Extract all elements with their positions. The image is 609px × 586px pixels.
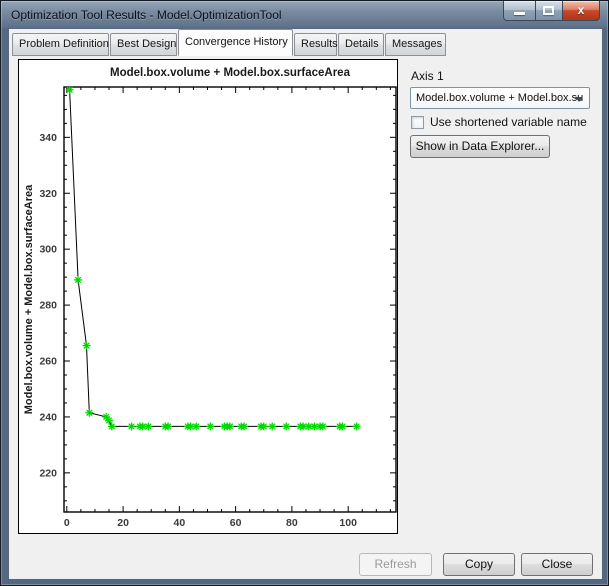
convergence-chart: Model.box.volume + Model.box.surfaceArea… [19, 60, 397, 533]
tab-results[interactable]: Results [294, 33, 337, 56]
convergence-chart-panel: Model.box.volume + Model.box.surfaceArea… [18, 59, 398, 534]
svg-text:80: 80 [286, 517, 298, 529]
caption-buttons: x [503, 1, 600, 21]
svg-text:Model.box.volume + Model.box.s: Model.box.volume + Model.box.surfaceArea [23, 184, 35, 414]
tab-messages[interactable]: Messages [385, 33, 446, 56]
svg-text:340: 340 [39, 132, 57, 144]
use-shortened-name-label: Use shortened variable name [430, 115, 587, 129]
svg-text:260: 260 [39, 356, 57, 368]
svg-text:40: 40 [174, 517, 186, 529]
close-button[interactable]: x [563, 1, 600, 21]
optimization-results-window: Optimization Tool Results - Model.Optimi… [0, 0, 609, 586]
copy-button[interactable]: Copy [443, 553, 515, 576]
tab-convergence-history[interactable]: Convergence History [178, 29, 293, 56]
tab-details[interactable]: Details [338, 33, 384, 56]
svg-text:100: 100 [339, 517, 357, 529]
svg-text:280: 280 [39, 300, 57, 312]
svg-text:300: 300 [39, 244, 57, 256]
svg-text:20: 20 [117, 517, 129, 529]
refresh-button[interactable]: Refresh [359, 553, 432, 576]
svg-text:220: 220 [39, 467, 57, 479]
close-icon: x [563, 3, 599, 17]
tab-problem-definition[interactable]: Problem Definition [12, 33, 109, 56]
maximize-icon [543, 6, 554, 15]
axis1-dropdown-value: Model.box.volume + Model.box.su [416, 92, 583, 104]
minimize-icon [514, 12, 525, 15]
maximize-button[interactable] [536, 1, 563, 21]
shortened-name-row: Use shortened variable name [411, 115, 587, 129]
close-dialog-button[interactable]: Close [521, 553, 593, 576]
tab-best-design[interactable]: Best Design [110, 33, 177, 56]
svg-text:60: 60 [230, 517, 242, 529]
titlebar[interactable]: Optimization Tool Results - Model.Optimi… [1, 1, 608, 29]
svg-text:0: 0 [64, 517, 70, 529]
show-in-data-explorer-button[interactable]: Show in Data Explorer... [410, 135, 550, 158]
svg-text:320: 320 [39, 188, 57, 200]
minimize-button[interactable] [503, 1, 536, 21]
chevron-down-icon [575, 97, 583, 102]
svg-text:240: 240 [39, 411, 57, 423]
svg-text:Model.box.volume + Model.box.s: Model.box.volume + Model.box.surfaceArea [110, 67, 351, 79]
window-title: Optimization Tool Results - Model.Optimi… [11, 8, 282, 22]
dialog-body: Problem Definition Best Design Convergen… [9, 29, 602, 579]
axis1-label: Axis 1 [411, 69, 444, 83]
use-shortened-name-checkbox[interactable] [411, 116, 424, 129]
axis1-variable-dropdown[interactable]: Model.box.volume + Model.box.su [410, 87, 590, 109]
